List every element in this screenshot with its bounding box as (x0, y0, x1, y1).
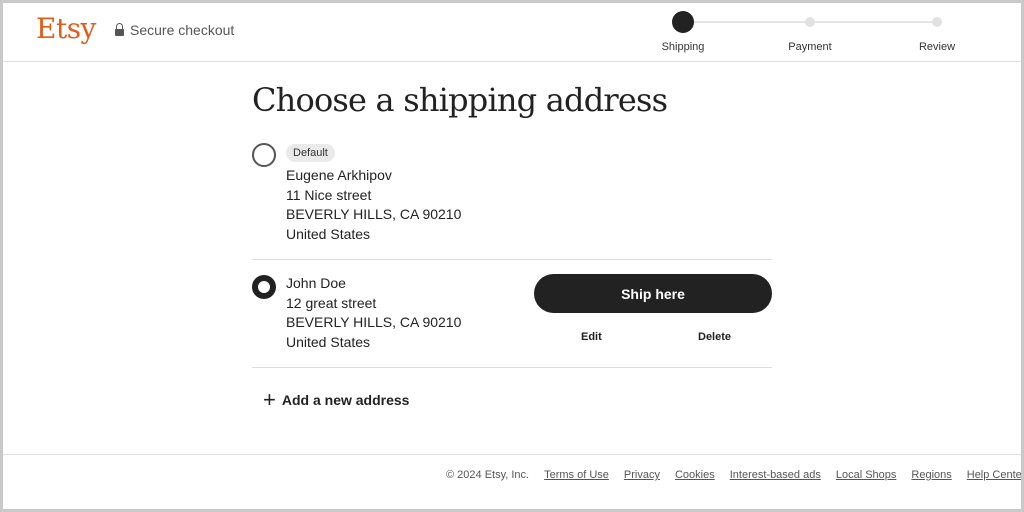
step-shipping: Shipping (643, 11, 723, 53)
footer-link-cookies[interactable]: Cookies (675, 469, 715, 481)
step-label: Payment (788, 41, 832, 53)
default-badge: Default (286, 144, 335, 162)
delete-address-link[interactable]: Delete (698, 331, 731, 343)
footer-link-interest-ads[interactable]: Interest-based ads (730, 469, 821, 481)
address-lines: John Doe 12 great street BEVERLY HILLS, … (286, 274, 461, 352)
address-city: BEVERLY HILLS, CA 90210 (286, 314, 462, 330)
ship-here-button[interactable]: Ship here (534, 274, 772, 313)
footer: © 2024 Etsy, Inc. Terms of Use Privacy C… (3, 454, 1021, 509)
etsy-logo[interactable]: Etsy (36, 12, 96, 45)
step-payment: Payment (770, 11, 850, 53)
address-option-selected[interactable]: John Doe 12 great street BEVERLY HILLS, … (252, 260, 772, 368)
step-label: Review (918, 41, 956, 53)
footer-link-local-shops[interactable]: Local Shops (836, 469, 897, 481)
step-review: Review (897, 11, 977, 53)
lock-icon (115, 22, 124, 36)
address-radio-checked[interactable] (252, 275, 276, 299)
address-country: United States (286, 225, 371, 242)
footer-link-help[interactable]: Help Center (967, 469, 1021, 481)
address-lines: Eugene Arkhipov 11 Nice street BEVERLY H… (286, 166, 461, 244)
step-label: Shipping (661, 41, 705, 53)
checkout-steps: Shipping Payment Review (653, 11, 973, 55)
address-country: United States (286, 333, 371, 350)
add-new-address-button[interactable]: + Add a new address (263, 387, 410, 412)
address-option[interactable]: Default Eugene Arkhipov 11 Nice street B… (252, 141, 772, 260)
footer-links: © 2024 Etsy, Inc. Terms of Use Privacy C… (446, 469, 1021, 481)
edit-address-link[interactable]: Edit (581, 331, 602, 343)
address-name: Eugene Arkhipov (286, 167, 392, 183)
copyright: © 2024 Etsy, Inc. (446, 469, 530, 481)
address-name: John Doe (286, 275, 346, 291)
plus-icon: + (263, 387, 276, 412)
footer-link-regions[interactable]: Regions (911, 469, 951, 481)
footer-link-privacy[interactable]: Privacy (624, 469, 660, 481)
address-street: 11 Nice street (286, 186, 372, 203)
address-street: 12 great street (286, 294, 377, 311)
page-title: Choose a shipping address (252, 81, 668, 119)
step-dot-icon (932, 17, 942, 27)
main-content: Choose a shipping address Default Eugene… (252, 81, 772, 368)
footer-link-terms[interactable]: Terms of Use (544, 469, 609, 481)
header: Etsy Secure checkout Shipping Payment Re… (3, 3, 1021, 62)
secure-checkout-label: Secure checkout (130, 22, 235, 38)
address-radio[interactable] (252, 143, 276, 167)
address-city: BEVERLY HILLS, CA 90210 (286, 206, 462, 222)
secure-checkout: Secure checkout (115, 22, 234, 38)
step-dot-icon (805, 17, 815, 27)
page: Etsy Secure checkout Shipping Payment Re… (3, 3, 1021, 509)
step-dot-icon (672, 11, 694, 33)
add-new-address-label: Add a new address (281, 392, 410, 408)
